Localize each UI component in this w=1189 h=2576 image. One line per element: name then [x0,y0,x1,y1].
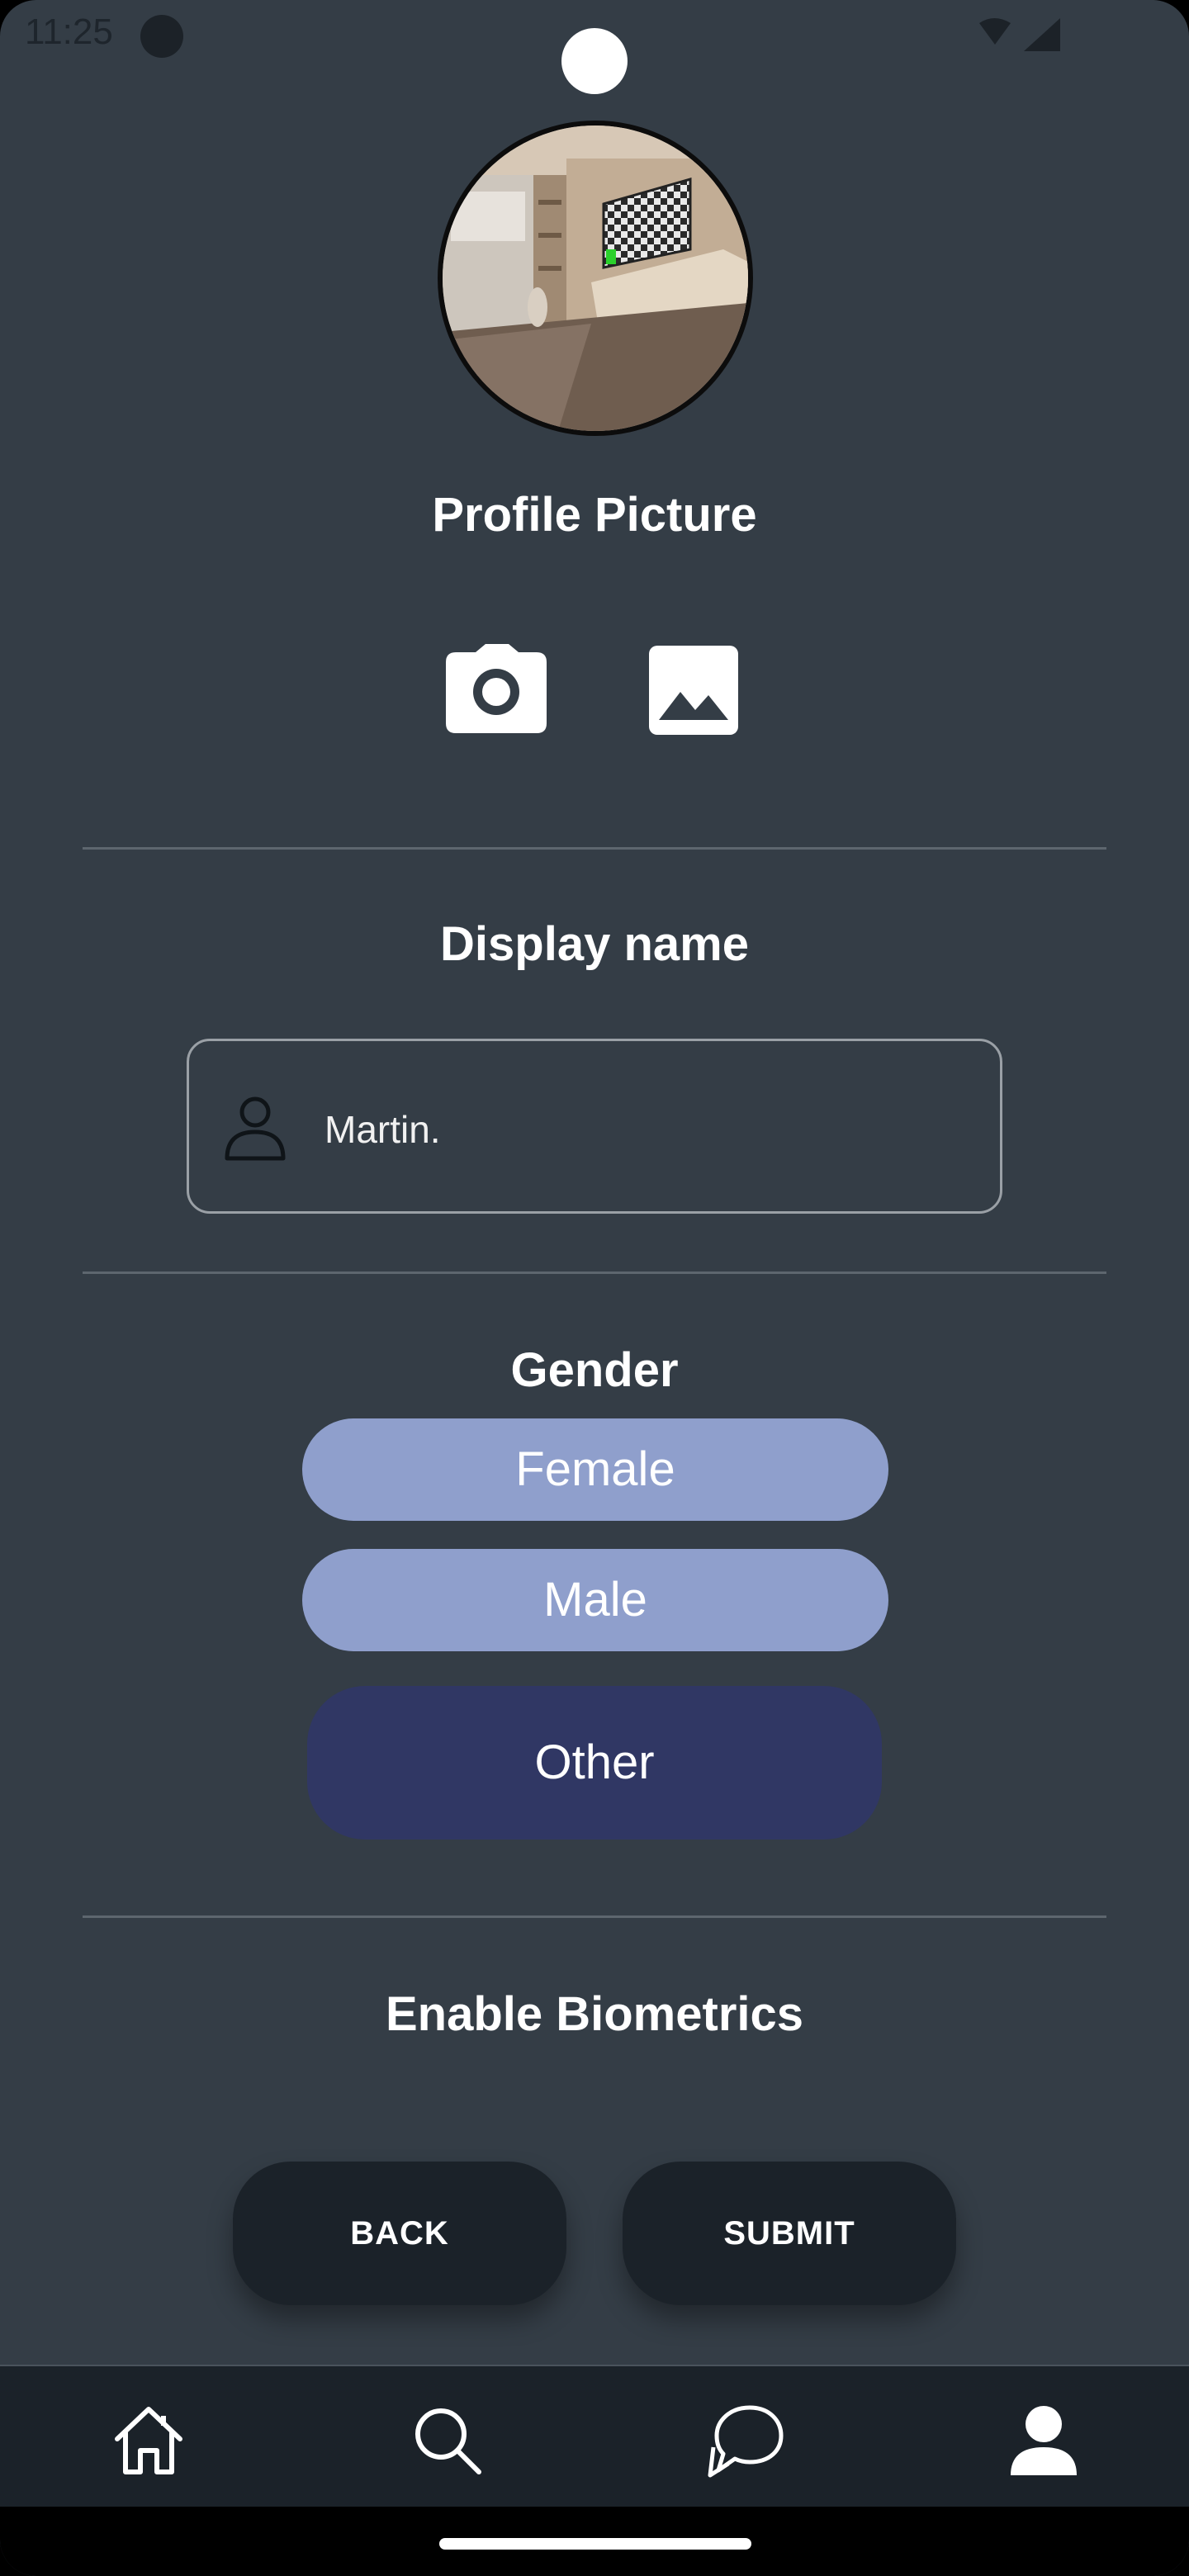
signal-status-icons [979,18,1060,51]
front-camera-cutout [561,28,628,94]
display-name-input[interactable]: Martin. [187,1039,1002,1214]
cell-signal-icon [1024,18,1060,51]
status-time: 11:25 [25,12,113,52]
gender-option-male[interactable]: Male [302,1549,888,1651]
display-name-title: Display name [440,917,749,971]
bottom-navigation [0,2365,1189,2507]
display-name-value: Martin. [324,1108,441,1151]
home-gesture-bar[interactable] [439,2538,751,2550]
gender-option-other[interactable]: Other [307,1686,882,1840]
gesture-area [0,2507,1189,2576]
home-icon[interactable] [107,2399,190,2482]
back-button[interactable]: BACK [233,2162,566,2305]
section-divider [83,847,1106,850]
search-icon[interactable] [406,2399,489,2482]
wifi-icon [979,18,1011,45]
profile-picture-title: Profile Picture [432,488,757,542]
section-divider [83,1915,1106,1918]
avatar-room-image [443,125,748,431]
camera-icon[interactable] [446,644,547,733]
profile-icon[interactable] [1002,2399,1085,2482]
submit-button[interactable]: SUBMIT [623,2162,956,2305]
person-outline-icon [225,1096,286,1161]
profile-avatar[interactable] [438,121,753,436]
section-divider [83,1271,1106,1274]
gender-title: Gender [510,1343,679,1397]
gender-option-female[interactable]: Female [302,1418,888,1521]
chat-icon[interactable] [703,2399,786,2482]
enable-biometrics-title[interactable]: Enable Biometrics [0,1986,1189,2042]
image-gallery-icon[interactable] [649,646,738,735]
notification-dot-icon [140,15,183,58]
screen: 11:25 Profile Picture Display name Marti… [0,0,1189,2576]
